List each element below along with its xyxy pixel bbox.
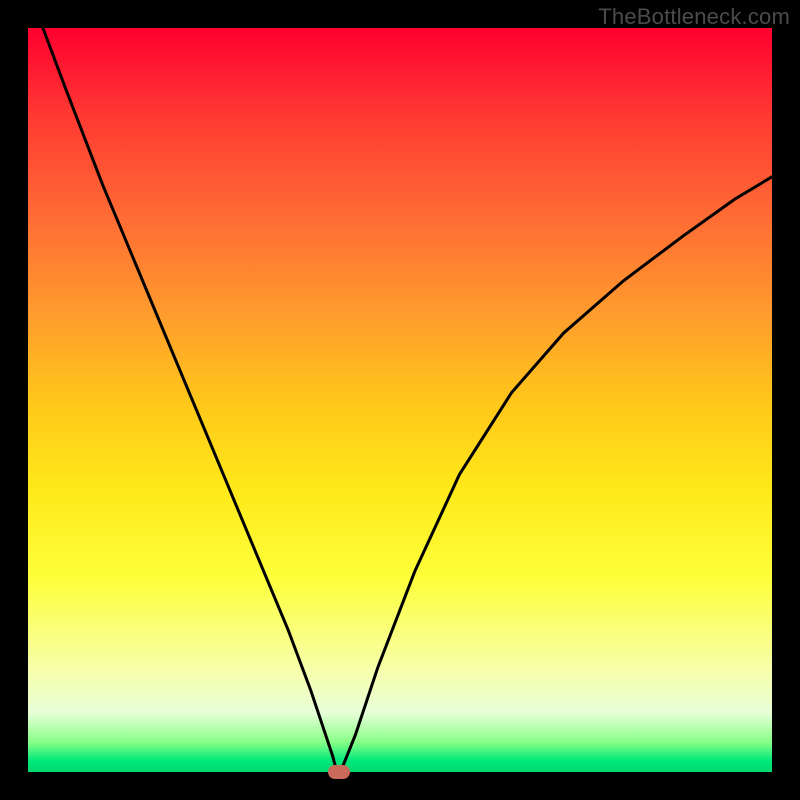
watermark-text: TheBottleneck.com — [598, 4, 790, 30]
curve-path — [43, 28, 772, 772]
plot-area — [28, 28, 772, 772]
bottleneck-curve — [28, 28, 772, 772]
chart-frame: TheBottleneck.com — [0, 0, 800, 800]
optimum-marker — [328, 765, 350, 779]
